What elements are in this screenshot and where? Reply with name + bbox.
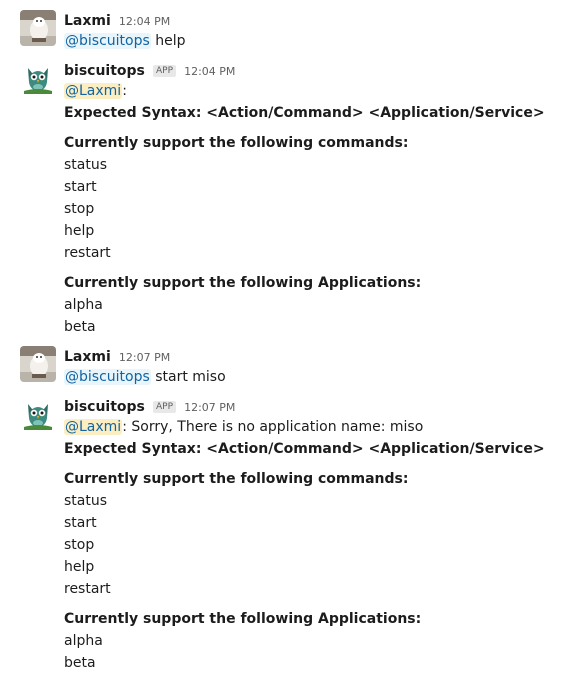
app-item: beta (64, 319, 96, 335)
command-item: status (64, 157, 108, 173)
syntax-line: Expected Syntax: <Action/Command> <Appli… (64, 105, 545, 121)
sender-name[interactable]: biscuitops (64, 399, 145, 415)
message-text: help (150, 33, 186, 49)
app-item: alpha (64, 297, 103, 313)
command-item: start (64, 515, 97, 531)
app-item: beta (64, 655, 96, 671)
mention-link[interactable]: @Laxmi (64, 419, 123, 435)
commands-heading: Currently support the following commands… (64, 471, 409, 487)
user-avatar-dog-icon[interactable] (20, 346, 56, 382)
sender-name[interactable]: Laxmi (64, 349, 111, 365)
timestamp[interactable]: 12:07 PM (119, 351, 170, 364)
message-body: @biscuitops help (64, 30, 185, 52)
app-badge: APP (152, 65, 176, 77)
bot-avatar-owl-icon[interactable] (20, 396, 56, 432)
timestamp[interactable]: 12:04 PM (184, 65, 235, 78)
commands-heading: Currently support the following commands… (64, 135, 409, 151)
command-item: start (64, 179, 97, 195)
mention-line: @Laxmi: (64, 80, 127, 102)
command-item: stop (64, 201, 95, 217)
timestamp[interactable]: 12:07 PM (184, 401, 235, 414)
syntax-line: Expected Syntax: <Action/Command> <Appli… (64, 441, 545, 457)
command-item: restart (64, 581, 111, 597)
command-item: status (64, 493, 108, 509)
command-item: help (64, 559, 95, 575)
sender-name[interactable]: biscuitops (64, 63, 145, 79)
mention-suffix: : (122, 83, 127, 99)
message-header: Laxmi 12:04 PM (64, 10, 170, 29)
bot-avatar-owl-icon[interactable] (20, 60, 56, 96)
mention-line: @Laxmi: Sorry, There is no application n… (64, 416, 423, 438)
sender-name[interactable]: Laxmi (64, 13, 111, 29)
app-item: alpha (64, 633, 103, 649)
message-header: biscuitops APP 12:04 PM (64, 60, 235, 79)
mention-link[interactable]: @biscuitops (64, 369, 151, 385)
command-item: stop (64, 537, 95, 553)
message-header: biscuitops APP 12:07 PM (64, 396, 235, 415)
mention-link[interactable]: @biscuitops (64, 33, 151, 49)
message-body: @biscuitops start miso (64, 366, 226, 388)
message-text: start miso (150, 369, 226, 385)
command-item: help (64, 223, 95, 239)
mention-suffix: : Sorry, There is no application name: m… (122, 419, 424, 435)
command-item: restart (64, 245, 111, 261)
apps-heading: Currently support the following Applicat… (64, 275, 422, 291)
message-header: Laxmi 12:07 PM (64, 346, 170, 365)
app-badge: APP (152, 401, 176, 413)
mention-link[interactable]: @Laxmi (64, 83, 123, 99)
apps-heading: Currently support the following Applicat… (64, 611, 422, 627)
timestamp[interactable]: 12:04 PM (119, 15, 170, 28)
user-avatar-dog-icon[interactable] (20, 10, 56, 46)
